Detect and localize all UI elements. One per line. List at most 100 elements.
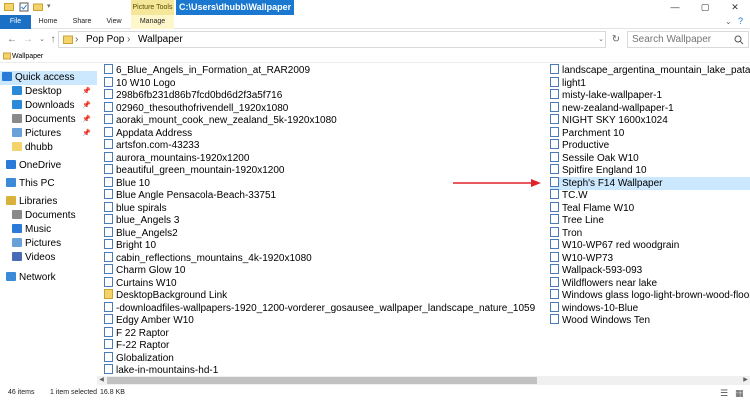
nav-item-documents[interactable]: Documents 📌 <box>12 113 97 127</box>
nav-item-desktop[interactable]: Desktop 📌 <box>12 85 97 99</box>
file-name: aurora_mountains-1920x1200 <box>116 152 250 164</box>
image-file-icon <box>550 164 559 174</box>
image-file-icon <box>550 239 559 249</box>
list-item[interactable]: W10-WP67 red woodgrain <box>550 239 750 252</box>
list-item[interactable]: aurora_mountains-1920x1200 <box>104 151 544 165</box>
list-item[interactable]: cabin_reflections_mountains_4k-1920x1080 <box>104 251 544 265</box>
search-input[interactable] <box>632 33 732 46</box>
nav-item-downloads[interactable]: Downloads 📌 <box>12 99 97 113</box>
list-item[interactable]: Globalization <box>104 351 544 365</box>
expand-ribbon-icon[interactable]: ⌄ <box>725 17 732 26</box>
list-item[interactable]: DesktopBackground Link <box>104 289 544 302</box>
documents-icon <box>12 114 22 123</box>
forward-icon[interactable]: → <box>22 34 34 46</box>
file-name: Charm Glow 10 <box>116 265 186 276</box>
list-item[interactable]: artsfon.com-43233 <box>104 139 544 152</box>
address-dropdown-icon[interactable]: ⌄ <box>595 34 607 46</box>
list-item[interactable]: windows-10-Blue <box>550 301 750 315</box>
list-item[interactable]: Blue_Angels2 <box>104 226 544 240</box>
file-name: W10-WP73 <box>562 252 614 264</box>
list-item[interactable]: blue spirals <box>104 201 544 215</box>
properties-icon[interactable] <box>19 2 29 12</box>
address-bar[interactable]: › Pop Pop › Wallpaper <box>58 31 606 48</box>
list-item[interactable]: Wildflowers near lake <box>550 276 750 290</box>
maximize-button[interactable]: ▢ <box>690 0 720 15</box>
nav-item-dhubb[interactable]: dhubb <box>12 141 97 155</box>
list-item[interactable]: Parchment 10 <box>550 126 750 140</box>
list-item[interactable]: Sessile Oak W10 <box>550 151 750 165</box>
minimize-button[interactable]: — <box>660 0 690 15</box>
location-label[interactable]: Wallpaper <box>12 50 43 63</box>
list-item[interactable]: light1 <box>550 76 750 90</box>
list-item[interactable]: Edgy Amber W10 <box>104 314 544 327</box>
nav-item-videos[interactable]: Videos <box>12 251 97 265</box>
downloads-icon <box>12 100 22 109</box>
horizontal-scrollbar[interactable]: ◀ ▶ <box>97 376 750 385</box>
search-box[interactable] <box>627 31 749 48</box>
list-item[interactable]: aoraki_mount_cook_new_zealand_5k-1920x10… <box>104 114 544 127</box>
breadcrumb-wallpaper[interactable]: Wallpaper <box>138 32 183 47</box>
breadcrumb-pop-pop[interactable]: Pop Pop <box>86 32 124 47</box>
list-item[interactable]: Curtains W10 <box>104 276 544 290</box>
nav-item-documents[interactable]: Documents <box>12 209 97 223</box>
refresh-icon[interactable]: ↻ <box>610 34 622 46</box>
list-item[interactable]: Steph's F14 Wallpaper <box>550 176 750 190</box>
list-item[interactable]: TC.W <box>550 189 750 202</box>
music-icon <box>12 224 22 233</box>
list-item[interactable]: Teal Flame W10 <box>550 201 750 215</box>
nav-item-this-pc[interactable]: This PC <box>6 177 97 191</box>
list-item[interactable]: new-zealand-wallpaper-1 <box>550 101 750 115</box>
nav-item-libraries[interactable]: Libraries <box>6 195 97 209</box>
tab-manage[interactable]: Manage <box>131 15 174 29</box>
list-item[interactable]: 10 W10 Logo <box>104 76 544 90</box>
details-view-icon[interactable]: ☰ <box>720 386 728 400</box>
image-file-icon <box>550 126 559 137</box>
tab-view[interactable]: View <box>100 15 128 29</box>
quick-access-dropdown-icon[interactable]: ▾ <box>47 2 51 10</box>
list-item[interactable]: F 22 Raptor <box>104 326 544 340</box>
list-item[interactable]: misty-lake-wallpaper-1 <box>550 89 750 102</box>
list-item[interactable]: Appdata Address <box>104 126 544 140</box>
list-item[interactable]: 02960_thesouthofrivendell_1920x1080 <box>104 101 544 115</box>
new-folder-icon[interactable] <box>33 2 43 12</box>
list-item[interactable]: Productive <box>550 139 750 152</box>
nav-item-onedrive[interactable]: OneDrive <box>6 159 97 173</box>
nav-item-pictures[interactable]: Pictures 📌 <box>12 127 97 141</box>
list-item[interactable]: Spitfire England 10 <box>550 164 750 177</box>
scroll-left-icon[interactable]: ◀ <box>97 376 106 385</box>
list-item[interactable]: Wallpack-593-093 <box>550 264 750 277</box>
breadcrumb-separator[interactable]: › <box>127 32 130 47</box>
list-item[interactable]: 6_Blue_Angels_in_Formation_at_RAR2009 <box>104 64 544 77</box>
nav-item-quick-access[interactable]: Quick access <box>0 71 97 85</box>
tab-file[interactable]: File <box>0 15 31 29</box>
list-item[interactable]: Tree Line <box>550 214 750 227</box>
list-item[interactable]: landscape_argentina_mountain_lake_patago <box>550 64 750 77</box>
search-icon <box>734 35 744 45</box>
file-name: Parchment 10 <box>562 127 625 139</box>
list-item[interactable]: Bright 10 <box>104 239 544 252</box>
list-item[interactable]: Blue Angle Pensacola-Beach-33751 <box>104 189 544 202</box>
list-item[interactable]: Charm Glow 10 <box>104 264 544 277</box>
large-icons-view-icon[interactable]: ▦ <box>735 386 744 400</box>
tab-share[interactable]: Share <box>68 15 96 29</box>
list-item[interactable]: NIGHT SKY 1600x1024 <box>550 114 750 127</box>
breadcrumb-separator[interactable]: › <box>75 32 78 47</box>
close-button[interactable]: ✕ <box>720 0 750 15</box>
nav-item-network[interactable]: Network <box>6 271 97 285</box>
nav-item-pictures[interactable]: Pictures <box>12 237 97 251</box>
back-icon[interactable]: ← <box>6 34 18 46</box>
list-item[interactable]: Tron <box>550 226 750 240</box>
list-item[interactable]: Windows glass logo-light-brown-wood-floo… <box>550 289 750 302</box>
list-item[interactable]: blue_Angels 3 <box>104 214 544 227</box>
scrollbar-thumb[interactable] <box>107 377 537 384</box>
image-file-icon <box>550 89 559 99</box>
list-item[interactable]: 298b6fb231d86b7fcd0bd6d2f3a5f716 <box>104 89 544 102</box>
list-item[interactable]: Wood Windows Ten <box>550 314 750 327</box>
help-icon[interactable]: ? <box>738 16 743 26</box>
list-item[interactable]: F-22 Raptor <box>104 339 544 352</box>
list-item[interactable]: -downloadfiles-wallpapers-1920_1200-vord… <box>104 301 544 315</box>
list-item[interactable]: W10-WP73 <box>550 251 750 265</box>
tab-home[interactable]: Home <box>34 15 62 29</box>
nav-item-music[interactable]: Music <box>12 223 97 237</box>
scroll-right-icon[interactable]: ▶ <box>741 376 750 385</box>
